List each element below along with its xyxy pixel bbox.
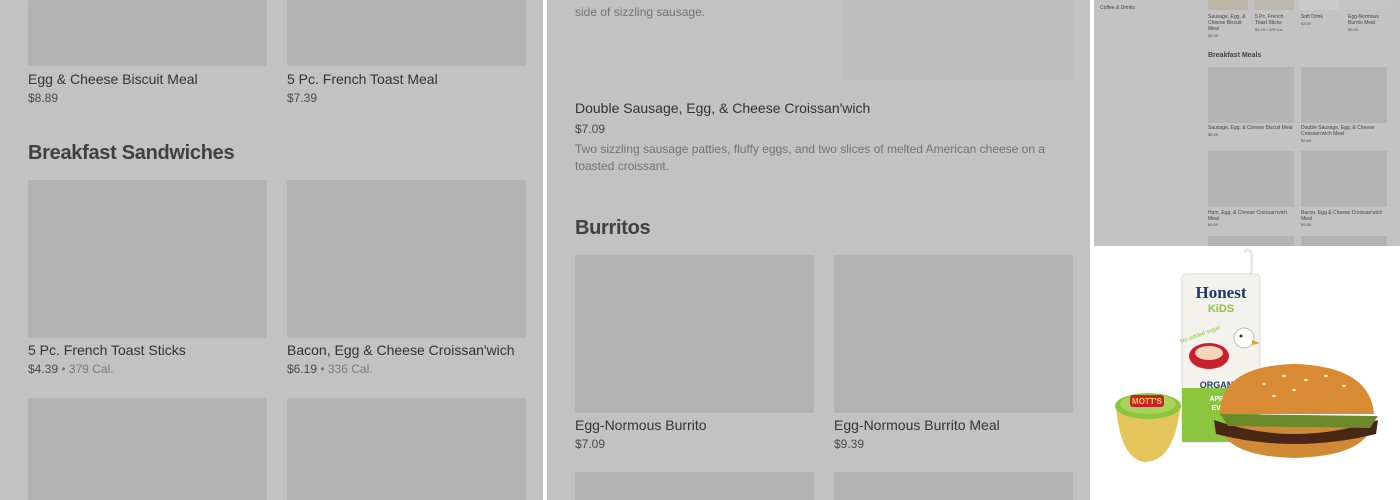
item-image-egg-cheese-biscuit-meal[interactable]	[28, 0, 267, 66]
item-image[interactable]	[842, 0, 1073, 80]
item-name[interactable]: Bacon, Egg & Cheese Croissan'wich Meal	[1301, 210, 1389, 222]
kids-meal-illustration: Honest KiDS No added sugar ORGANIC APPLE…	[1115, 248, 1378, 462]
burger	[1214, 364, 1378, 458]
item-image-french-toast-sticks[interactable]	[28, 180, 267, 338]
item-calories: 379 Cal.	[1268, 27, 1284, 32]
item-description: Two sizzling sausage patties, fluffy egg…	[575, 142, 1046, 173]
item-name-double-sausage-croissanwich[interactable]: Double Sausage, Egg, & Cheese Croissan'w…	[575, 100, 870, 116]
item-price: $4.39	[1255, 27, 1266, 32]
separator: •	[58, 362, 69, 376]
item-name[interactable]: Bacon, Egg & Cheese Croissan'wich	[287, 342, 515, 358]
item-price: $7.09	[575, 122, 606, 136]
item-name[interactable]: Egg & Cheese Biscuit Meal	[28, 71, 198, 87]
sidebar-item-coffee-drinks[interactable]: Coffee & Drinks	[1100, 5, 1135, 11]
item-name[interactable]: Soft Drink	[1301, 14, 1345, 20]
menu-panel-left: Egg & Cheese Biscuit Meal $8.89 5 Pc. Fr…	[0, 0, 543, 500]
item-price-cal: $4.39 • 379 Cal.	[28, 362, 114, 376]
item-calories: 379 Cal.	[68, 362, 114, 376]
menu-panel-mini: Coffee & Drinks Sausage, Egg, & Cheese B…	[1094, 0, 1400, 246]
item-thumb[interactable]	[1208, 67, 1294, 123]
item-image[interactable]	[28, 398, 267, 500]
menu-panel-middle: side of sizzling sausage. Double Sausage…	[547, 0, 1090, 500]
item-calories: 336 Cal.	[327, 362, 373, 376]
item-description: side of sizzling sausage.	[575, 5, 706, 19]
item-price: $9.89	[1301, 222, 1312, 227]
juice-sub-brand: KiDS	[1208, 303, 1234, 315]
item-thumb[interactable]	[1301, 236, 1387, 246]
section-title-breakfast-sandwiches: Breakfast Sandwiches	[28, 142, 235, 164]
item-thumb[interactable]	[1301, 151, 1387, 207]
item-price: $8.89	[1208, 33, 1219, 38]
item-thumb[interactable]	[1208, 0, 1248, 10]
item-price: $8.89	[28, 91, 59, 105]
item-price: $9.39	[834, 437, 865, 451]
item-image-egg-normous-burrito-meal[interactable]	[834, 255, 1073, 413]
item-name[interactable]: Egg-Normous Burrito Meal	[1348, 14, 1392, 26]
item-price: $8.89	[1208, 132, 1219, 137]
item-price: $9.39	[1348, 27, 1359, 32]
item-name[interactable]: 5 Pc. French Toast Meal	[287, 71, 438, 87]
item-price: $9.89	[1208, 222, 1219, 227]
item-thumb[interactable]	[1346, 0, 1386, 10]
item-image-bacon-egg-cheese-croissanwich[interactable]	[287, 180, 526, 338]
item-name[interactable]: Double Sausage, Egg, & Cheese Croissan'w…	[1301, 125, 1389, 137]
item-price: $4.39	[28, 362, 59, 376]
item-image-egg-normous-burrito[interactable]	[575, 255, 814, 413]
applesauce-cup: MOTT'S	[1115, 393, 1181, 462]
item-name[interactable]: Egg-Normous Burrito	[575, 417, 707, 433]
section-title-burritos: Burritos	[575, 217, 651, 239]
section-title-breakfast-meals: Breakfast Meals	[1208, 52, 1262, 59]
item-name[interactable]: 5 Pc. French Toast Sticks	[1255, 14, 1295, 26]
item-thumb[interactable]	[1301, 67, 1387, 123]
cup-brand: MOTT'S	[1132, 397, 1163, 406]
item-price: $6.19	[287, 362, 318, 376]
item-price: $9.89	[1301, 138, 1312, 143]
item-name[interactable]: Egg-Normous Burrito Meal	[834, 417, 1000, 433]
item-price-cal: $6.19 • 336 Cal.	[287, 362, 373, 376]
item-image-french-toast-meal[interactable]	[287, 0, 526, 66]
item-price: $4.39 • 379 Cal.	[1255, 27, 1284, 32]
item-name[interactable]: Ham, Egg, & Cheese Croissan'wich Meal	[1208, 210, 1296, 222]
item-price: $7.09	[575, 437, 606, 451]
item-thumb[interactable]	[1208, 236, 1294, 246]
item-name[interactable]: 5 Pc. French Toast Sticks	[28, 342, 186, 358]
item-image[interactable]	[575, 472, 814, 500]
juice-brand: Honest	[1196, 283, 1247, 302]
item-thumb[interactable]	[1208, 151, 1294, 207]
product-image-kids-meal: Honest KiDS No added sugar ORGANIC APPLE…	[1094, 248, 1400, 500]
item-price: $7.39	[287, 91, 318, 105]
item-thumb[interactable]	[1299, 0, 1339, 10]
item-price: $3.59	[1301, 21, 1312, 26]
item-thumb[interactable]	[1254, 0, 1294, 10]
separator: •	[317, 362, 328, 376]
item-name[interactable]: Sausage, Egg, & Cheese Biscuit Meal	[1208, 125, 1298, 131]
item-image[interactable]	[287, 398, 526, 500]
item-name[interactable]: Sausage, Egg, & Cheese Biscuit Meal	[1208, 14, 1252, 32]
item-image[interactable]	[834, 472, 1073, 500]
